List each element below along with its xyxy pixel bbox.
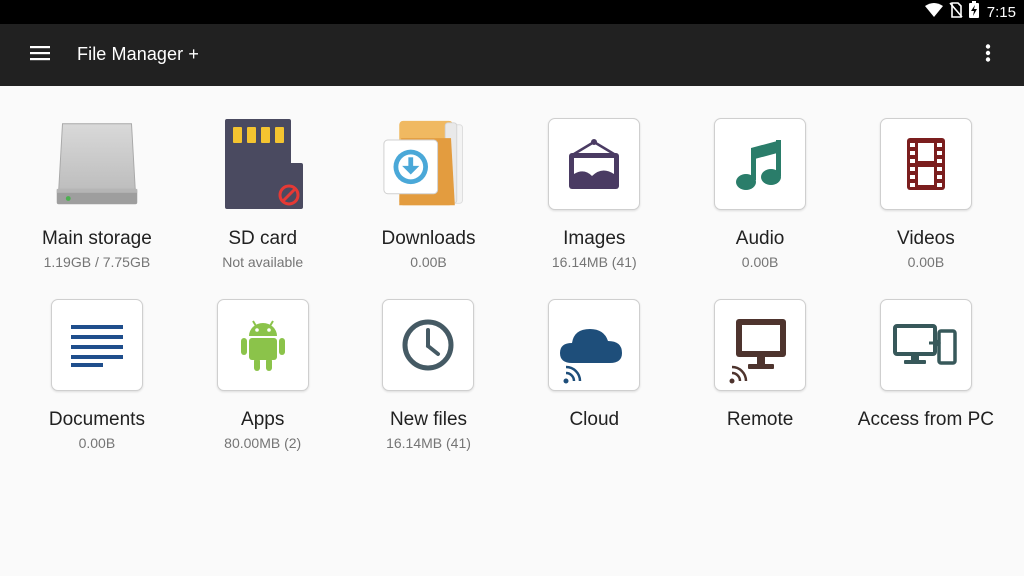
overflow-menu-button[interactable] (970, 37, 1006, 73)
tile-cloud[interactable]: Cloud (511, 299, 677, 459)
cloud-icon (548, 299, 641, 391)
tile-label: Downloads (381, 228, 476, 249)
tile-subtitle: 16.14MB (41) (551, 254, 637, 270)
wifi-icon (924, 2, 943, 22)
app-bar: File Manager + (0, 24, 1024, 86)
image-frame-icon (548, 118, 641, 210)
clock-icon (382, 299, 475, 391)
tile-subtitle: 16.14MB (41) (386, 435, 471, 451)
hamburger-menu-icon (30, 45, 50, 66)
status-icons: 7:15 (924, 0, 1016, 24)
tile-label: SD card (228, 228, 298, 249)
tile-label: Apps (241, 409, 285, 430)
tile-subtitle: 0.00B (907, 254, 945, 270)
tile-apps[interactable]: Apps 80.00MB (2) (180, 299, 346, 459)
menu-button[interactable] (20, 35, 60, 75)
tile-audio[interactable]: Audio 0.00B (677, 118, 843, 299)
status-time: 7:15 (986, 3, 1016, 21)
document-lines-icon (50, 299, 143, 391)
tile-subtitle: Not available (222, 254, 304, 270)
tile-documents[interactable]: Documents 0.00B (14, 299, 180, 459)
monitor-icon (714, 299, 807, 391)
no-sim-icon (949, 1, 963, 23)
tile-label: Cloud (569, 409, 620, 430)
tile-label: Remote (726, 409, 794, 430)
tile-images[interactable]: Images 16.14MB (41) (511, 118, 677, 299)
tile-downloads[interactable]: Downloads 0.00B (346, 118, 512, 299)
tile-remote[interactable]: Remote (677, 299, 843, 459)
tile-new-files[interactable]: New files 16.14MB (41) (346, 299, 512, 459)
tile-subtitle: 0.00B (78, 435, 116, 451)
music-note-icon (714, 118, 807, 210)
tile-videos[interactable]: Videos 0.00B (843, 118, 1009, 299)
sd-card-icon (217, 118, 309, 210)
tile-label: Videos (897, 228, 955, 249)
tile-subtitle: 1.19GB / 7.75GB (43, 254, 151, 270)
hard-drive-icon (51, 118, 143, 210)
downloads-folder-icon (382, 118, 474, 210)
pc-to-phone-icon (879, 299, 972, 391)
tile-label: Audio (735, 228, 785, 249)
more-vert-icon (985, 43, 991, 67)
tile-label: Documents (48, 409, 145, 430)
tile-main-storage[interactable]: Main storage 1.19GB / 7.75GB (14, 118, 180, 299)
tile-label: Images (563, 228, 626, 249)
battery-charging-icon (968, 1, 979, 23)
android-icon (216, 299, 309, 391)
tile-subtitle: 0.00B (741, 254, 779, 270)
film-strip-icon (879, 118, 972, 210)
tile-access-from-pc[interactable]: Access from PC (843, 299, 1009, 459)
tile-label: Main storage (41, 228, 152, 249)
tile-sd-card[interactable]: SD card Not available (180, 118, 346, 299)
location-grid: Main storage 1.19GB / 7.75GB SD card Not… (14, 118, 1009, 459)
status-bar: 7:15 (0, 0, 1024, 24)
tile-label: Access from PC (857, 409, 994, 430)
tile-subtitle: 0.00B (410, 254, 447, 270)
tile-subtitle: 80.00MB (2) (224, 435, 302, 451)
tile-label: New files (389, 409, 468, 430)
app-title: File Manager + (77, 44, 199, 64)
